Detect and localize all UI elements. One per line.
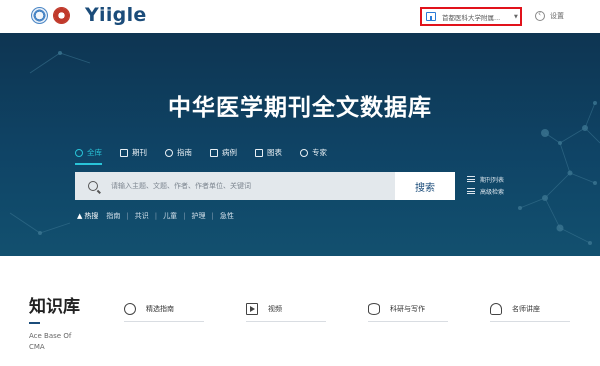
tab-label: 病例	[222, 148, 237, 157]
card-label: 视频	[268, 305, 282, 313]
tab-label: 期刊	[132, 148, 147, 157]
card-label: 名师讲座	[512, 305, 540, 313]
flame-icon: ▲	[77, 212, 83, 220]
hot-item[interactable]: 护理	[191, 211, 205, 221]
hot-label: 热搜	[84, 212, 99, 220]
settings-label: 设置	[550, 12, 564, 20]
brand-logo[interactable]: Yiigle	[85, 4, 147, 26]
separator: |	[126, 212, 129, 220]
top-header: Yiigle 首都医科大学附属... ▼ 设置	[0, 0, 600, 33]
case-icon	[210, 148, 218, 157]
separator: |	[211, 212, 214, 220]
side-link-label: 高级检索	[480, 188, 505, 196]
hot-searches: ▲ 热搜 指南 | 共识 | 儿童 | 护理 | 急性	[77, 211, 234, 221]
list-icon	[467, 188, 475, 194]
knowledge-title: 知识库	[29, 297, 80, 317]
tab-all[interactable]: 全库	[75, 147, 102, 165]
search-input[interactable]	[111, 182, 381, 190]
card-lectures[interactable]: 名师讲座	[490, 297, 570, 322]
institution-name: 首都医科大学附属...	[442, 13, 501, 22]
tab-expert[interactable]: 专家	[300, 147, 327, 158]
title-underline	[29, 322, 40, 324]
institution-icon	[426, 12, 436, 21]
search-box	[75, 172, 395, 200]
search-button[interactable]: 搜索	[395, 172, 455, 200]
database-icon	[75, 148, 83, 157]
hot-item[interactable]: 指南	[106, 211, 120, 221]
journal-list-link[interactable]: 期刊列表	[467, 173, 504, 185]
institution-selector[interactable]: 首都医科大学附属... ▼	[420, 7, 522, 26]
tab-case[interactable]: 病例	[210, 147, 237, 158]
chevron-down-icon: ▼	[514, 13, 518, 20]
search-side-links: 期刊列表 高级检索	[467, 173, 504, 197]
tab-journal[interactable]: 期刊	[120, 147, 147, 158]
hero-title: 中华医学期刊全文数据库	[168, 95, 432, 121]
atom-icon	[368, 303, 380, 315]
lecture-icon	[490, 303, 502, 315]
network-background	[9, 51, 600, 245]
tab-label: 专家	[312, 148, 327, 157]
separator: |	[154, 212, 158, 220]
separator: |	[183, 212, 186, 220]
knowledge-subtitle: Ace Base Of CMA	[29, 332, 72, 351]
search-icon	[88, 181, 98, 191]
settings-icon	[535, 9, 545, 21]
card-label: 科研与写作	[390, 305, 425, 313]
tab-chart[interactable]: 图表	[255, 147, 282, 158]
side-link-label: 期刊列表	[480, 176, 505, 184]
settings-link[interactable]: 设置	[535, 9, 564, 21]
list-icon	[467, 176, 475, 182]
expert-icon	[300, 148, 308, 157]
tab-label: 指南	[177, 148, 192, 157]
hot-item[interactable]: 急性	[220, 211, 234, 221]
hot-item[interactable]: 儿童	[163, 211, 177, 221]
journal-icon	[120, 148, 128, 157]
compass-icon	[165, 148, 173, 157]
image-icon	[255, 148, 263, 157]
card-video[interactable]: 视频	[246, 297, 326, 322]
tab-label: 全库	[87, 148, 102, 157]
card-label: 精选指南	[146, 305, 174, 313]
search-category-tabs: 全库 期刊 指南 病例 图表 专家	[75, 147, 345, 165]
hero-banner: 中华医学期刊全文数据库 全库 期刊 指南 病例 图表 专家 搜索	[0, 33, 600, 256]
advanced-search-link[interactable]: 高级检索	[467, 185, 504, 197]
card-guides[interactable]: 精选指南	[124, 297, 204, 322]
partner-logo-icon[interactable]	[53, 7, 70, 24]
guide-icon	[124, 303, 136, 315]
card-research[interactable]: 科研与写作	[368, 297, 448, 322]
cma-logo-icon[interactable]	[31, 7, 48, 24]
tab-label: 图表	[267, 148, 282, 157]
hot-item[interactable]: 共识	[135, 211, 149, 221]
video-icon	[246, 303, 258, 315]
tab-guide[interactable]: 指南	[165, 147, 192, 158]
